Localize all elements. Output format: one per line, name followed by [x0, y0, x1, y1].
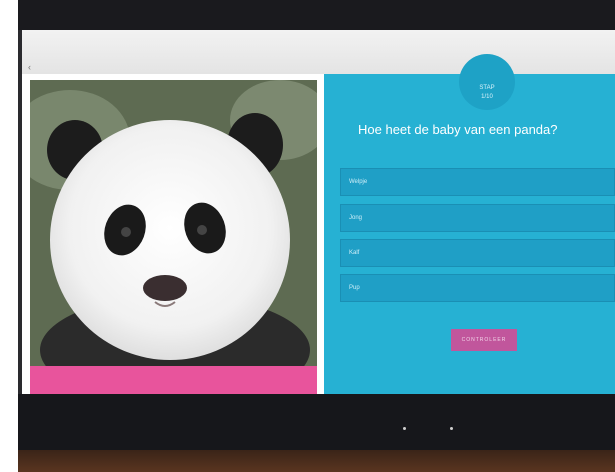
app-top-bar [22, 30, 615, 74]
check-button[interactable]: CONTROLEER [451, 329, 517, 351]
answer-label: Pup [349, 285, 360, 291]
answer-option-1[interactable]: Welpje [340, 168, 615, 196]
quiz-panel: STAP 1/10 Hoe heet de baby van een panda… [324, 54, 615, 396]
photo-pink-strip [30, 366, 317, 394]
question-text: Hoe heet de baby van een panda? [358, 122, 558, 137]
answer-option-2[interactable]: Jong [340, 204, 615, 232]
answer-label: Jong [349, 215, 363, 221]
step-label: STAP [479, 85, 495, 91]
answer-label: Welpje [349, 179, 368, 185]
chevron-left-icon: ‹ [28, 62, 31, 72]
back-button[interactable]: ‹ [28, 62, 31, 72]
baby-panda-image [30, 80, 317, 394]
indicator-dot-icon [450, 427, 453, 430]
indicator-dot-icon [403, 427, 406, 430]
monitor-left-bezel [18, 30, 22, 395]
answer-option-3[interactable]: Kalf [340, 239, 615, 267]
panda-photo [30, 80, 317, 394]
answer-option-4[interactable]: Pup [340, 274, 615, 302]
step-badge: STAP 1/10 [459, 54, 515, 110]
check-button-label: CONTROLEER [461, 337, 507, 343]
monitor-bottom-bezel [18, 394, 615, 450]
desk-surface [18, 450, 615, 472]
step-count: 1/10 [481, 94, 493, 100]
monitor-top-bezel [18, 0, 615, 30]
answer-label: Kalf [349, 250, 360, 256]
